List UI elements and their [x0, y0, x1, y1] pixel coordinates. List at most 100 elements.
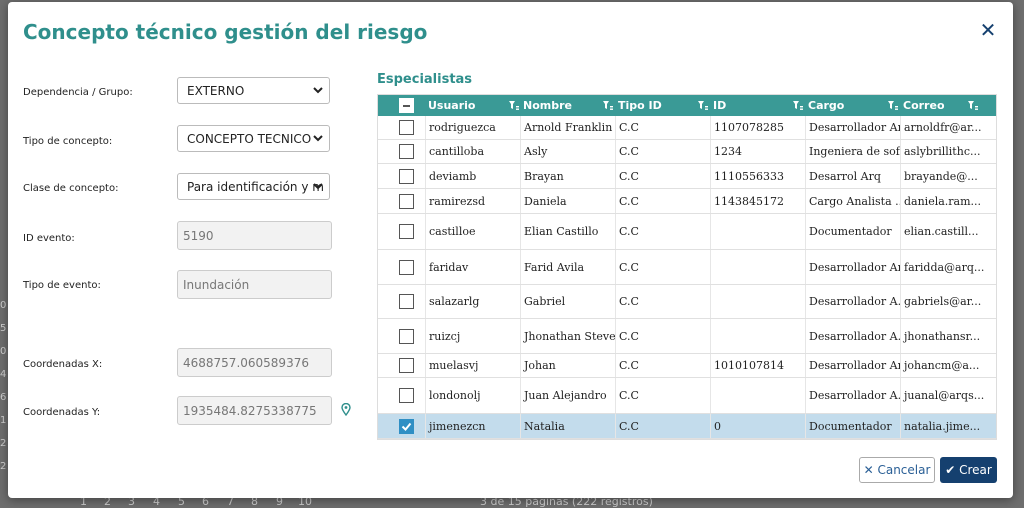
cell-tipo: C.C: [615, 378, 710, 413]
cell-cargo: Desarrollador Arq: [805, 354, 900, 377]
cell-cargo: Cargo Analista ...: [805, 189, 900, 213]
row-checkbox[interactable]: [399, 388, 414, 403]
chevron-down-icon: [313, 87, 323, 94]
filter-icon[interactable]: [697, 100, 708, 111]
dependencia-select[interactable]: EXTERNO: [177, 77, 330, 104]
row-checkbox[interactable]: [399, 419, 414, 434]
row-checkbox[interactable]: [399, 144, 414, 159]
cell-correo: jhonathansr...: [900, 319, 996, 353]
cell-usuario: deviamb: [425, 164, 520, 188]
filter-icon[interactable]: [887, 100, 898, 111]
cell-correo: gabriels@ar...: [900, 285, 996, 318]
cell-correo: juanal@arqs...: [900, 378, 996, 413]
cell-tipo: C.C: [615, 189, 710, 213]
row-checkbox[interactable]: [399, 169, 414, 184]
cell-nombre: Gabriel: [520, 285, 615, 318]
table-row[interactable]: cantilloba Asly C.C 1234 Ingeniera de sof...…: [378, 140, 996, 164]
cell-tipo: C.C: [615, 319, 710, 353]
column-header-tipo-id[interactable]: Tipo ID: [618, 95, 662, 116]
table-row[interactable]: ramirezsd Daniela C.C 1143845172 Cargo Anali…: [378, 189, 996, 214]
location-pin-icon[interactable]: [341, 403, 351, 416]
specialists-title: Especialistas: [377, 72, 473, 87]
cell-usuario: salazarlg: [425, 285, 520, 318]
cell-usuario: faridav: [425, 250, 520, 284]
cell-usuario: muelasvj: [425, 354, 520, 377]
clase-concepto-select[interactable]: Para identificación y m: [177, 173, 330, 200]
cell-usuario: cantilloba: [425, 140, 520, 163]
table-row[interactable]: salazarlg Gabriel C.C Desarrollador A... gab…: [378, 285, 996, 319]
cell-cargo: Desarrollador Arq: [805, 250, 900, 284]
modal-title: Concepto técnico gestión del riesgo: [23, 20, 428, 44]
cell-cargo: Desarrollador A...: [805, 285, 900, 318]
cell-usuario: castilloe: [425, 214, 520, 249]
coord-x-field[interactable]: 4688757.060589376: [177, 348, 332, 377]
table-row[interactable]: faridav Farid Avila C.C Desarrollador Arq fa…: [378, 250, 996, 285]
cell-id: 0: [710, 414, 805, 438]
background-digit: 1: [0, 415, 7, 426]
row-checkbox[interactable]: [399, 358, 414, 373]
select-all-checkbox[interactable]: [399, 98, 414, 113]
row-checkbox[interactable]: [399, 329, 414, 344]
background-digit: 5: [0, 323, 7, 334]
column-header-id[interactable]: ID: [713, 95, 726, 116]
cell-id: 1234: [710, 140, 805, 163]
cell-tipo: C.C: [615, 164, 710, 188]
cell-correo: elian.castill...: [900, 214, 996, 249]
cell-correo: natalia.jime...: [900, 414, 996, 438]
cell-usuario: ruizcj: [425, 319, 520, 353]
coord-y-field[interactable]: 1935484.8275338775: [177, 396, 332, 425]
table-row[interactable]: rodriguezca Arnold Franklin C.C 1107078285 D…: [378, 116, 996, 140]
coord-x-label: Coordenadas X:: [23, 359, 103, 370]
cell-tipo: C.C: [615, 354, 710, 377]
tipo-evento-field[interactable]: Inundación: [177, 270, 332, 299]
cell-id: 1143845172: [710, 189, 805, 213]
cell-nombre: Arnold Franklin: [520, 116, 615, 139]
cell-tipo: C.C: [615, 414, 710, 438]
background-digit: 2: [0, 438, 7, 449]
table-row[interactable]: ruizcj Jhonathan Steve C.C Desarrollador A.…: [378, 319, 996, 354]
check-icon: [401, 422, 412, 431]
column-header-nombre[interactable]: Nombre: [523, 95, 572, 116]
cell-correo: aslybrillithc...: [900, 140, 996, 163]
row-checkbox[interactable]: [399, 194, 414, 209]
grid-header: Usuario Nombre Tipo ID ID Cargo Correo: [378, 95, 996, 116]
cell-cargo: Desarrollador A...: [805, 319, 900, 353]
tipo-concepto-select[interactable]: CONCEPTO TECNICO: [177, 125, 330, 152]
dependencia-value: EXTERNO: [187, 84, 245, 98]
id-evento-field[interactable]: 5190: [177, 221, 332, 250]
cell-tipo: C.C: [615, 140, 710, 163]
filter-icon[interactable]: [792, 100, 803, 111]
close-icon[interactable]: ✕: [978, 20, 998, 40]
cell-id: [710, 378, 805, 413]
cell-cargo: Ingeniera de sof...: [805, 140, 900, 163]
row-checkbox[interactable]: [399, 224, 414, 239]
cell-correo: daniela.ram...: [900, 189, 996, 213]
chevron-down-icon: [313, 135, 323, 142]
tipo-concepto-label: Tipo de concepto:: [23, 136, 113, 147]
clase-concepto-value: Para identificación y m: [187, 180, 324, 194]
cell-nombre: Johan: [520, 354, 615, 377]
cell-id: 1110556333: [710, 164, 805, 188]
column-header-cargo[interactable]: Cargo: [808, 95, 844, 116]
cell-nombre: Jhonathan Steve: [520, 319, 615, 353]
cell-correo: arnoldfr@ar...: [900, 116, 996, 139]
table-row[interactable]: deviamb Brayan C.C 1110556333 Desarrol Arq br…: [378, 164, 996, 189]
row-checkbox[interactable]: [399, 120, 414, 135]
cell-nombre: Asly: [520, 140, 615, 163]
cancel-button[interactable]: ✕ Cancelar: [859, 457, 935, 483]
filter-icon[interactable]: [967, 100, 978, 111]
column-header-correo[interactable]: Correo: [903, 95, 945, 116]
table-row[interactable]: jimenezcn Natalia C.C 0 Documentador natalia.…: [378, 414, 996, 439]
column-header-usuario[interactable]: Usuario: [428, 95, 476, 116]
table-row[interactable]: londonolj Juan Alejandro C.C Desarrollador …: [378, 378, 996, 414]
row-checkbox[interactable]: [399, 260, 414, 275]
create-button[interactable]: ✔ Crear: [940, 457, 997, 483]
filter-icon[interactable]: [602, 100, 613, 111]
cell-usuario: rodriguezca: [425, 116, 520, 139]
tipo-concepto-value: CONCEPTO TECNICO: [187, 132, 312, 146]
table-row[interactable]: castilloe Elian Castillo C.C Documentador el…: [378, 214, 996, 250]
filter-icon[interactable]: [508, 100, 519, 111]
table-row[interactable]: muelasvj Johan C.C 1010107814 Desarrollador …: [378, 354, 996, 378]
row-checkbox[interactable]: [399, 294, 414, 309]
cell-tipo: C.C: [615, 250, 710, 284]
